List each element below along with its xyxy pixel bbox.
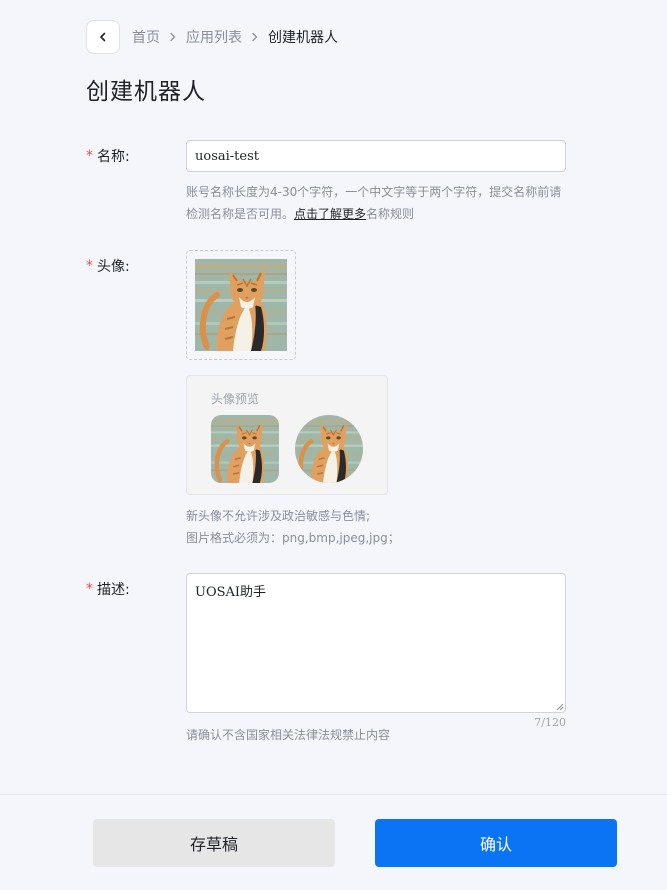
chevron-right-icon <box>169 32 177 42</box>
name-hint-line1: 账号名称长度为4-30个字符，一个中文字等于两个字符，提交名称前请 <box>186 185 562 199</box>
required-mark: * <box>86 148 93 164</box>
description-textarea[interactable]: UOSAI助手 <box>186 573 566 713</box>
description-hint: 请确认不含国家相关法律法规禁止内容 <box>186 728 391 742</box>
breadcrumb-app-list[interactable]: 应用列表 <box>186 27 242 47</box>
chevron-right-icon <box>251 32 259 42</box>
avatar-preview-title: 头像预览 <box>211 392 260 406</box>
avatar-label: * 头像: <box>86 256 130 276</box>
breadcrumb-home[interactable]: 首页 <box>132 27 160 47</box>
name-hint-suffix: 名称规则 <box>366 207 415 221</box>
avatar-label-text: 头像: <box>97 259 130 275</box>
required-mark: * <box>86 581 93 597</box>
avatar-image <box>195 259 287 351</box>
description-label-text: 描述: <box>97 582 130 598</box>
learn-more-link[interactable]: 点击了解更多 <box>294 207 366 221</box>
description-label: * 描述: <box>86 579 130 599</box>
name-label: * 名称: <box>86 146 130 166</box>
name-hint: 账号名称长度为4-30个字符，一个中文字等于两个字符，提交名称前请 检测名称是否… <box>186 181 561 225</box>
confirm-button[interactable]: 确认 <box>375 819 617 867</box>
avatar-preview-card: 头像预览 <box>186 375 388 495</box>
save-draft-button[interactable]: 存草稿 <box>93 819 335 867</box>
required-mark: * <box>86 258 93 274</box>
name-input[interactable] <box>186 140 566 172</box>
avatar-preview-square <box>211 415 279 483</box>
avatar-hint-line2: 图片格式必须为：png,bmp,jpeg,jpg； <box>186 531 400 545</box>
avatar-hint: 新头像不允许涉及政治敏感与色情; 图片格式必须为：png,bmp,jpeg,jp… <box>186 505 400 549</box>
page-title: 创建机器人 <box>86 79 206 105</box>
avatar-hint-line1: 新头像不允许涉及政治敏感与色情; <box>186 509 371 523</box>
name-hint-prefix: 检测名称是否可用。 <box>186 207 295 221</box>
name-label-text: 名称: <box>97 149 130 165</box>
back-button[interactable] <box>86 20 120 54</box>
char-counter: 7/120 <box>534 716 566 729</box>
breadcrumb: 首页 应用列表 创建机器人 <box>132 27 338 47</box>
breadcrumb-current: 创建机器人 <box>268 30 338 46</box>
avatar-upload[interactable] <box>186 250 296 360</box>
resize-handle-icon[interactable] <box>554 701 564 711</box>
avatar-preview-circle <box>295 415 363 483</box>
name-hint-line2: 检测名称是否可用。点击了解更多名称规则 <box>186 203 561 225</box>
footer-divider <box>0 794 667 795</box>
chevron-left-icon <box>97 31 109 43</box>
